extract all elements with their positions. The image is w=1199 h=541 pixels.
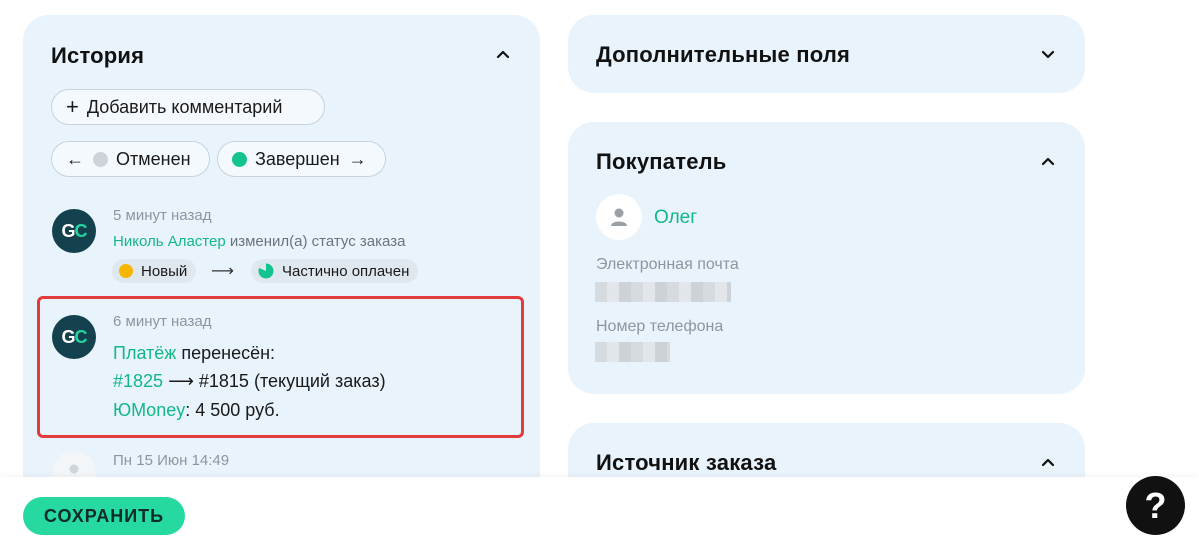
next-status-button[interactable]: Завершен → [217,141,386,177]
extra-fields-title: Дополнительные поля [596,42,851,67]
user-icon [611,208,627,226]
prev-status-label: Отменен [116,148,191,169]
chevron-up-icon[interactable] [495,46,511,62]
arrow-right-icon: → [348,148,367,169]
status-from-chip: Новый [112,259,197,283]
status-to-label: Частично оплачен [282,262,410,280]
buyer-avatar [596,194,642,240]
partial-paid-icon [258,263,274,279]
buyer-title: Покупатель [596,149,727,174]
author-link[interactable]: Николь Аластер [113,233,226,250]
status-to-chip: Частично оплачен [251,259,419,283]
arrow-left-icon: ← [66,148,84,169]
status-from-label: Новый [141,262,188,280]
entry-time: 5 минут назад [113,207,212,224]
avatar: GC [52,209,96,253]
add-comment-button[interactable]: + Добавить комментарий [51,89,325,125]
entry-time: Пн 15 Июн 14:49 [113,452,230,469]
chevron-up-icon[interactable] [1040,454,1056,470]
add-comment-label: Добавить комментарий [86,96,283,117]
chevron-up-icon[interactable] [1040,153,1056,169]
phone-label: Номер телефона [596,318,724,335]
buyer-card: Покупатель Олег Электронная почта Номер … [568,122,1085,394]
email-value-redacted [595,282,731,302]
next-status-label: Завершен [255,148,340,169]
plus-icon: + [66,94,79,119]
entry-text: Николь Аластер изменил(а) статус заказа [113,233,405,250]
phone-value-redacted [595,342,670,362]
chevron-down-icon[interactable] [1040,47,1056,63]
help-button[interactable]: ? [1126,476,1185,535]
order-source-title: Источник заказа [596,450,777,475]
buyer-name-link[interactable]: Олег [654,207,697,229]
history-card: История + Добавить комментарий ← Отменен… [23,15,540,515]
email-label: Электронная почта [596,256,739,273]
history-title: История [51,43,145,68]
save-button[interactable]: СОХРАНИТЬ [23,497,185,535]
status-dot [93,151,108,167]
highlight-box [37,296,524,438]
extra-fields-card[interactable]: Дополнительные поля [568,15,1085,93]
status-dot [232,151,247,167]
long-arrow-icon: ⟶ [211,263,234,280]
status-dot [119,264,133,278]
action-text: изменил(а) статус заказа [225,233,406,250]
prev-status-button[interactable]: ← Отменен [51,141,210,177]
